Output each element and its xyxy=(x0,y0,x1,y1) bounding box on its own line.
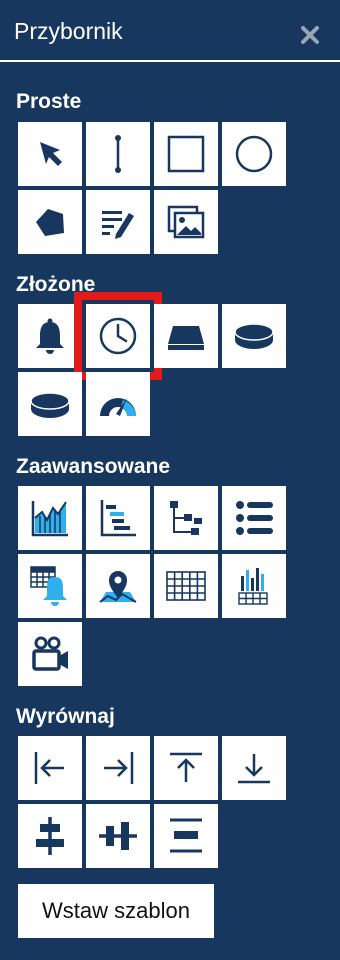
table-icon xyxy=(166,571,206,601)
align-horizontal-center-icon xyxy=(99,822,137,850)
align-right-icon xyxy=(104,752,134,784)
tool-gantt-chart[interactable] xyxy=(86,486,150,550)
gantt-chart-icon xyxy=(100,500,136,537)
bar-grid-icon xyxy=(238,568,268,605)
panel-title: Przybornik xyxy=(14,18,123,44)
section-title-advanced: Zaawansowane xyxy=(16,455,171,478)
close-icon[interactable] xyxy=(299,24,321,46)
align-top-icon xyxy=(170,752,202,782)
tool-align-left[interactable] xyxy=(18,736,82,800)
align-vertical-center-icon xyxy=(36,817,64,855)
tool-line[interactable] xyxy=(86,122,150,186)
tool-table[interactable] xyxy=(154,554,218,618)
tool-polygon[interactable] xyxy=(18,190,82,254)
tool-align-vertical-center[interactable] xyxy=(18,804,82,868)
tool-grid-bell[interactable] xyxy=(18,554,82,618)
area-chart-icon xyxy=(31,501,68,537)
section-title-basic: Proste xyxy=(16,90,82,113)
circle-icon xyxy=(235,135,273,173)
tool-plate[interactable] xyxy=(154,304,218,368)
toolbox-header: Przybornik xyxy=(0,0,340,62)
align-left-icon xyxy=(34,752,64,784)
pointer-icon xyxy=(40,142,62,166)
text-icon xyxy=(102,211,134,239)
tool-map-pin[interactable] xyxy=(86,554,150,618)
clock-icon xyxy=(99,317,137,355)
align-bottom-icon xyxy=(238,754,270,784)
tool-pointer[interactable] xyxy=(18,122,82,186)
tool-text[interactable] xyxy=(86,190,150,254)
image-icon xyxy=(167,205,205,239)
map-pin-icon xyxy=(99,571,137,603)
tool-distribute[interactable] xyxy=(154,804,218,868)
tool-circle[interactable] xyxy=(222,122,286,186)
tool-image[interactable] xyxy=(154,190,218,254)
tool-list[interactable] xyxy=(222,486,286,550)
line-icon xyxy=(115,135,121,173)
polygon-icon xyxy=(36,209,64,236)
list-icon xyxy=(236,501,273,535)
section-title-align: Wyrównaj xyxy=(16,705,115,728)
tool-align-right[interactable] xyxy=(86,736,150,800)
tool-disc-small[interactable] xyxy=(18,372,82,436)
tool-bell[interactable] xyxy=(18,304,82,368)
tool-align-bottom[interactable] xyxy=(222,736,286,800)
tool-clock[interactable] xyxy=(86,304,150,368)
insert-template-button[interactable]: Wstaw szablon xyxy=(18,884,214,938)
tool-align-top[interactable] xyxy=(154,736,218,800)
distribute-icon xyxy=(170,818,202,853)
tool-bar-grid[interactable] xyxy=(222,554,286,618)
bell-icon xyxy=(36,318,64,354)
gauge-icon xyxy=(100,398,136,416)
section-title-complex: Złożone xyxy=(16,273,96,296)
disc-icon xyxy=(234,323,274,349)
plate-icon xyxy=(168,326,204,350)
disc-small-icon xyxy=(30,392,70,418)
tool-rectangle[interactable] xyxy=(154,122,218,186)
tree-icon xyxy=(170,501,202,535)
tool-camera[interactable] xyxy=(18,622,82,686)
tool-gauge[interactable] xyxy=(86,372,150,436)
tool-align-horizontal-center[interactable] xyxy=(86,804,150,868)
tool-area-chart[interactable] xyxy=(18,486,82,550)
camera-icon xyxy=(32,636,68,671)
grid-bell-icon xyxy=(30,566,67,606)
tool-tree[interactable] xyxy=(154,486,218,550)
tool-disc[interactable] xyxy=(222,304,286,368)
rectangle-icon xyxy=(167,135,205,173)
